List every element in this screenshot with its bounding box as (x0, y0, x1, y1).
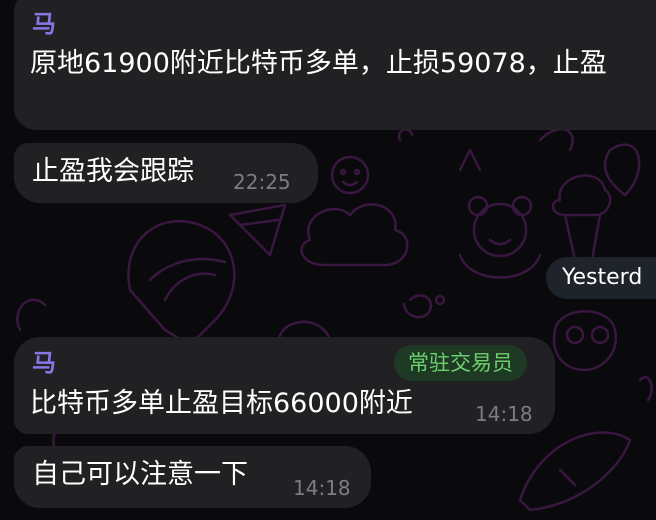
date-separator: Yesterd (546, 257, 656, 299)
sender-name[interactable]: 马 (32, 349, 56, 377)
role-badge: 常驻交易员 (394, 345, 527, 381)
message-text: 原地61900附近比特币多单，止损59078，止盈 (30, 48, 607, 79)
message-timestamp: 14:18 (475, 402, 533, 426)
message-text: 止盈我会跟踪 (32, 156, 194, 187)
message-text: 比特币多单止盈目标66000附近 (30, 388, 413, 419)
message-timestamp: 22:25 (233, 170, 291, 194)
message-text: 自己可以注意一下 (32, 459, 248, 490)
sender-name[interactable]: 马 (32, 10, 56, 38)
chat-view[interactable]: 马 原地61900附近比特币多单，止损59078，止盈 止盈我会跟踪 22:25… (0, 0, 656, 520)
message-timestamp: 14:18 (293, 476, 351, 500)
